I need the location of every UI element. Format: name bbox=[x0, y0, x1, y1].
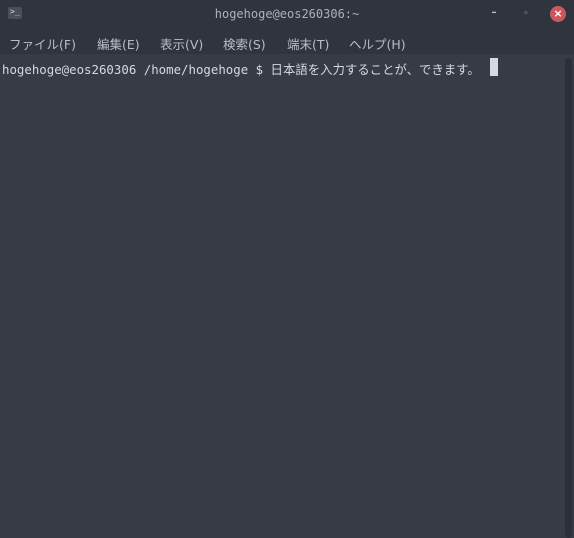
scrollbar-thumb[interactable] bbox=[565, 58, 572, 538]
menu-bar: ファイル(F) 編集(E) 表示(V) 検索(S) 端末(T) ヘルプ(H) bbox=[0, 30, 574, 54]
maximize-icon: ◦ bbox=[523, 9, 529, 19]
maximize-button[interactable]: ◦ bbox=[519, 7, 533, 21]
close-button[interactable]: × bbox=[550, 6, 566, 22]
menu-help[interactable]: ヘルプ(H) bbox=[349, 34, 406, 53]
terminal-area[interactable]: hogehoge@eos260306 /home/hogehoge $ 日本語を… bbox=[0, 54, 562, 538]
minimize-icon: – bbox=[491, 7, 497, 18]
title-bar[interactable]: >_ hogehoge@eos260306:~ – ◦ × bbox=[0, 0, 574, 30]
menu-search[interactable]: 検索(S) bbox=[223, 34, 266, 53]
prompt-line: hogehoge@eos260306 /home/hogehoge $ 日本語を… bbox=[2, 62, 480, 77]
menu-edit[interactable]: 編集(E) bbox=[97, 34, 140, 53]
menu-terminal[interactable]: 端末(T) bbox=[287, 34, 329, 53]
minimize-button[interactable]: – bbox=[487, 6, 501, 20]
terminal-window: >_ hogehoge@eos260306:~ – ◦ × ファイル(F) 編集… bbox=[0, 0, 574, 538]
close-icon: × bbox=[553, 7, 563, 20]
text-cursor bbox=[490, 58, 498, 76]
menu-file[interactable]: ファイル(F) bbox=[9, 34, 76, 53]
menu-view[interactable]: 表示(V) bbox=[160, 34, 203, 53]
